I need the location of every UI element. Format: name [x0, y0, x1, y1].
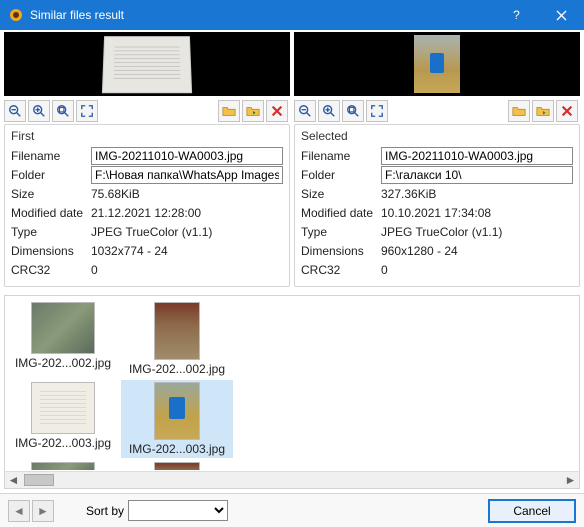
dimensions-label: Dimensions	[11, 244, 91, 258]
thumbnail-item[interactable]: IMG-202...002.jpg	[121, 300, 233, 378]
folder-field[interactable]	[381, 166, 573, 184]
type-label: Type	[301, 225, 381, 239]
titlebar: Similar files result ?	[0, 0, 584, 30]
type-value: JPEG TrueColor (v1.1)	[91, 225, 283, 239]
horizontal-scrollbar[interactable]: ◄ ►	[5, 471, 579, 488]
folder-label: Folder	[11, 168, 91, 182]
size-label: Size	[11, 187, 91, 201]
toolbar-selected	[294, 100, 580, 122]
crc-value: 0	[91, 263, 283, 277]
thumbnail-panel: IMG-202...002.jpg IMG-202...002.jpg IMG-…	[4, 295, 580, 489]
scroll-thumb[interactable]	[24, 474, 54, 486]
thumbnail-item-selected[interactable]: IMG-202...003.jpg	[121, 380, 233, 458]
info-panels: First Filename Folder Size75.68KiB Modif…	[0, 124, 584, 287]
zoom-out-button[interactable]	[4, 100, 26, 122]
thumbnail-item[interactable]	[7, 460, 119, 470]
panel-heading: First	[11, 129, 283, 143]
close-button[interactable]	[539, 0, 584, 30]
folder-label: Folder	[301, 168, 381, 182]
zoom-fit-button[interactable]	[342, 100, 364, 122]
scroll-left-icon[interactable]: ◄	[5, 472, 22, 488]
size-value: 75.68KiB	[91, 187, 283, 201]
thumbnail-caption: IMG-202...002.jpg	[9, 356, 117, 370]
sort-dropdown[interactable]	[128, 500, 228, 521]
preview-first[interactable]	[4, 32, 290, 96]
thumbnail-image	[31, 382, 95, 434]
crc-label: CRC32	[11, 263, 91, 277]
zoom-in-button[interactable]	[318, 100, 340, 122]
thumbnail-image	[31, 462, 95, 470]
preview-area	[0, 30, 584, 96]
filename-field[interactable]	[381, 147, 573, 165]
window-title: Similar files result	[30, 8, 494, 22]
scroll-right-icon[interactable]: ►	[562, 472, 579, 488]
open-folder-button[interactable]	[508, 100, 530, 122]
filename-label: Filename	[11, 149, 91, 163]
next-button[interactable]: ►	[32, 500, 54, 522]
size-label: Size	[301, 187, 381, 201]
preview-selected[interactable]	[294, 32, 580, 96]
dimensions-value: 1032x774 - 24	[91, 244, 283, 258]
type-label: Type	[11, 225, 91, 239]
move-to-folder-button[interactable]	[242, 100, 264, 122]
footer: ◄ ► Sort by Cancel	[0, 493, 584, 527]
toolbars	[0, 96, 584, 124]
cancel-button[interactable]: Cancel	[488, 499, 576, 523]
thumbnail-image	[154, 462, 200, 470]
open-folder-button[interactable]	[218, 100, 240, 122]
modified-value: 10.10.2021 17:34:08	[381, 206, 573, 220]
modified-label: Modified date	[301, 206, 381, 220]
filename-label: Filename	[301, 149, 381, 163]
thumbnail-item[interactable]	[121, 460, 233, 470]
delete-button[interactable]	[556, 100, 578, 122]
thumbnail-caption: IMG-202...002.jpg	[123, 362, 231, 376]
panel-selected: Selected Filename Folder Size327.36KiB M…	[294, 124, 580, 287]
fullscreen-button[interactable]	[76, 100, 98, 122]
thumbnail-image	[31, 302, 95, 354]
thumbnail-item[interactable]: IMG-202...002.jpg	[7, 300, 119, 378]
modified-label: Modified date	[11, 206, 91, 220]
sort-label: Sort by	[86, 504, 124, 518]
size-value: 327.36KiB	[381, 187, 573, 201]
dimensions-label: Dimensions	[301, 244, 381, 258]
zoom-in-button[interactable]	[28, 100, 50, 122]
panel-heading: Selected	[301, 129, 573, 143]
thumbnail-image	[154, 382, 200, 440]
thumbnail-caption: IMG-202...003.jpg	[9, 436, 117, 450]
thumbnail-list: IMG-202...002.jpg IMG-202...002.jpg IMG-…	[7, 300, 561, 470]
filename-field[interactable]	[91, 147, 283, 165]
zoom-out-button[interactable]	[294, 100, 316, 122]
prev-button[interactable]: ◄	[8, 500, 30, 522]
zoom-fit-button[interactable]	[52, 100, 74, 122]
toolbar-first	[4, 100, 290, 122]
delete-button[interactable]	[266, 100, 288, 122]
folder-field[interactable]	[91, 166, 283, 184]
crc-label: CRC32	[301, 263, 381, 277]
thumbnail-caption: IMG-202...003.jpg	[123, 442, 231, 456]
fullscreen-button[interactable]	[366, 100, 388, 122]
type-value: JPEG TrueColor (v1.1)	[381, 225, 573, 239]
help-button[interactable]: ?	[494, 0, 539, 30]
app-icon	[8, 7, 24, 23]
crc-value: 0	[381, 263, 573, 277]
thumbnail-item[interactable]: IMG-202...003.jpg	[7, 380, 119, 458]
panel-first: First Filename Folder Size75.68KiB Modif…	[4, 124, 290, 287]
modified-value: 21.12.2021 12:28:00	[91, 206, 283, 220]
thumbnail-image	[154, 302, 200, 360]
dimensions-value: 960x1280 - 24	[381, 244, 573, 258]
move-to-folder-button[interactable]	[532, 100, 554, 122]
